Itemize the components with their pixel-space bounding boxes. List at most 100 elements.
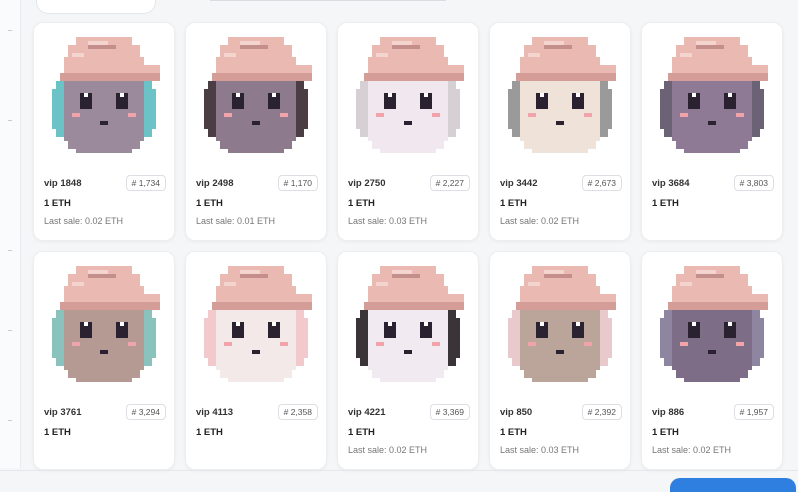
nft-card[interactable]: vip 850 # 2,392 1 ETH Last sale: 0.03 ETH (489, 251, 631, 470)
avatar-hair (756, 89, 764, 129)
avatar-hat-highlight (88, 41, 108, 45)
avatar-hat-stripe (544, 45, 572, 49)
avatar-hair (604, 89, 612, 129)
avatar-hair (52, 89, 60, 129)
avatar-hat-highlight (72, 53, 84, 57)
avatar-face (372, 141, 444, 149)
avatar-eye-glint (692, 93, 696, 97)
footer-divider (0, 470, 798, 471)
avatar-mouth (100, 350, 108, 354)
avatar-face (228, 378, 284, 382)
avatar-face (380, 378, 436, 382)
avatar-eye-glint (424, 93, 428, 97)
avatar-eye-glint (236, 93, 240, 97)
avatar-face (64, 77, 144, 141)
avatar-face (520, 77, 600, 141)
nft-price: 1 ETH (652, 198, 679, 209)
last-sale: Last sale: 0.03 ETH (348, 216, 428, 226)
avatar-eye-glint (272, 322, 276, 326)
top-divider (210, 0, 446, 1)
rarity-rank-badge: # 1,734 (125, 175, 166, 191)
nft-name[interactable]: vip 4113 (196, 407, 233, 418)
nft-card[interactable]: vip 3442 # 2,673 1 ETH Last sale: 0.02 ETH (489, 22, 631, 241)
avatar-face (220, 141, 292, 149)
search-pill[interactable] (36, 0, 156, 14)
nft-card[interactable]: vip 4221 # 3,369 1 ETH Last sale: 0.02 ETH (337, 251, 479, 470)
nft-name[interactable]: vip 3442 (500, 178, 538, 189)
avatar-face (676, 141, 748, 149)
avatar-hat-highlight (224, 53, 236, 57)
nft-name[interactable]: vip 1848 (44, 178, 82, 189)
avatar-face (532, 378, 588, 382)
nft-card[interactable]: vip 1848 # 1,734 1 ETH Last sale: 0.02 ETH (33, 22, 175, 241)
rarity-rank-badge: # 2,673 (581, 175, 622, 191)
nft-card[interactable]: vip 3684 # 3,803 1 ETH (641, 22, 783, 241)
avatar-mouth (100, 121, 108, 125)
rail-tick (8, 30, 12, 31)
nft-price: 1 ETH (500, 198, 527, 209)
nft-name[interactable]: vip 3684 (652, 178, 690, 189)
nft-avatar-image (52, 266, 160, 382)
avatar-hat-stripe (88, 274, 116, 278)
avatar-blush (680, 113, 688, 117)
avatar-blush (72, 342, 80, 346)
avatar-hair (508, 318, 516, 358)
floating-action-button[interactable] (670, 478, 796, 492)
nft-card[interactable]: vip 4113 # 2,358 1 ETH (185, 251, 327, 470)
nft-avatar-image (52, 37, 160, 153)
nft-name[interactable]: vip 2498 (196, 178, 234, 189)
avatar-face (372, 370, 444, 378)
avatar-eye-glint (84, 322, 88, 326)
nft-name[interactable]: vip 2750 (348, 178, 386, 189)
avatar-hair (452, 318, 460, 358)
nft-card[interactable]: vip 886 # 1,957 1 ETH Last sale: 0.02 ETH (641, 251, 783, 470)
avatar-face (524, 141, 596, 149)
avatar-face (520, 306, 600, 370)
avatar-blush (528, 342, 536, 346)
avatar-eye-glint (728, 93, 732, 97)
avatar-blush (224, 113, 232, 117)
avatar-hat-highlight (88, 270, 108, 274)
nft-grid: vip 1848 # 1,734 1 ETH Last sale: 0.02 ETH v… (33, 22, 783, 470)
nft-name[interactable]: vip 886 (652, 407, 684, 418)
avatar-hat-highlight (696, 41, 716, 45)
avatar-hat-highlight (240, 41, 260, 45)
nft-name[interactable]: vip 4221 (348, 407, 386, 418)
avatar-face (368, 77, 448, 141)
avatar-hat-brim (120, 294, 160, 302)
avatar-face (68, 141, 140, 149)
avatar-hat-highlight (680, 282, 692, 286)
last-sale: Last sale: 0.01 ETH (196, 216, 276, 226)
nft-card[interactable]: vip 3761 # 3,294 1 ETH (33, 251, 175, 470)
left-filter-rail[interactable] (0, 0, 21, 468)
avatar-mouth (708, 350, 716, 354)
avatar-hat-highlight (696, 270, 716, 274)
avatar-mouth (252, 350, 260, 354)
nft-card[interactable]: vip 2498 # 1,170 1 ETH Last sale: 0.01 ETH (185, 22, 327, 241)
avatar-hat-highlight (680, 53, 692, 57)
avatar-hair (508, 89, 516, 129)
avatar-face (216, 306, 296, 370)
rarity-rank-badge: # 3,294 (125, 404, 166, 420)
rail-tick (8, 250, 12, 251)
avatar-hat-stripe (240, 274, 268, 278)
rarity-rank-badge: # 1,170 (277, 175, 318, 191)
avatar-hat-brim (424, 65, 464, 73)
rail-tick (8, 420, 12, 421)
avatar-eye-glint (540, 322, 544, 326)
nft-name[interactable]: vip 3761 (44, 407, 82, 418)
avatar-hair (604, 318, 612, 358)
avatar-hat-highlight (528, 282, 540, 286)
nft-name[interactable]: vip 850 (500, 407, 532, 418)
avatar-blush (128, 342, 136, 346)
avatar-hat-highlight (240, 270, 260, 274)
rarity-rank-badge: # 3,369 (429, 404, 470, 420)
avatar-face (64, 306, 144, 370)
avatar-hair (756, 318, 764, 358)
nft-avatar-image (356, 266, 464, 382)
nft-card[interactable]: vip 2750 # 2,227 1 ETH Last sale: 0.03 ETH (337, 22, 479, 241)
avatar-face (676, 370, 748, 378)
avatar-face (672, 77, 752, 141)
avatar-hat-highlight (72, 282, 84, 286)
avatar-eye-glint (540, 93, 544, 97)
